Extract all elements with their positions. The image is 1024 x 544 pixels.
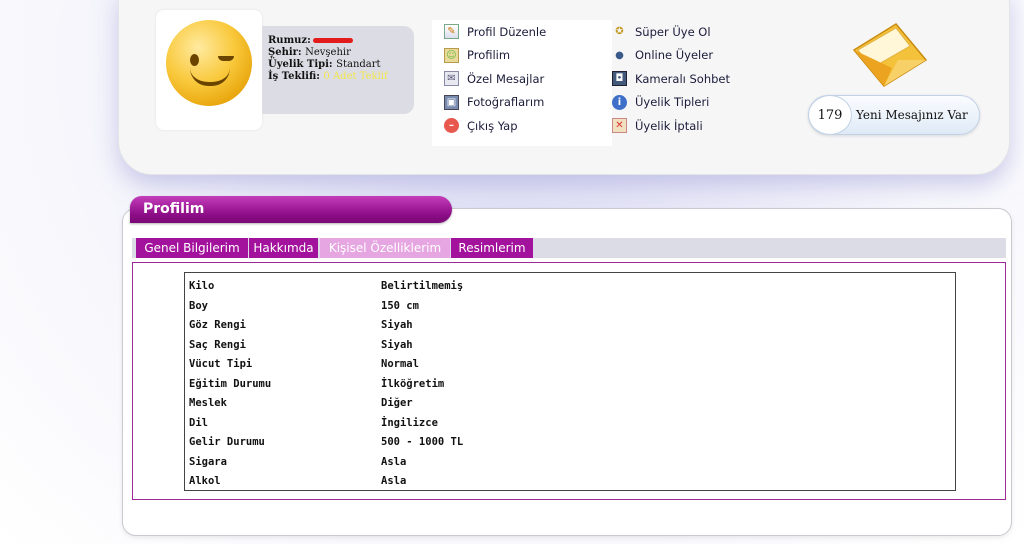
online-users-icon: ●: [615, 49, 624, 61]
attr-key: Gelir Durumu: [189, 436, 265, 448]
menu-label: Üyelik Tipleri: [635, 95, 710, 110]
attr-value: İngilizce: [381, 416, 438, 429]
avatar[interactable]: [156, 10, 262, 130]
menu-camera-chat[interactable]: ◘ Kameralı Sohbet: [612, 67, 792, 91]
tab-about-me[interactable]: Hakkımda: [249, 238, 318, 258]
table-row: Dil İngilizce: [185, 412, 955, 432]
menu-logout[interactable]: – Çıkış Yap: [444, 114, 612, 138]
city-value: Nevşehir: [305, 47, 351, 58]
table-row: Saç Rengi Siyah: [185, 334, 955, 354]
mail-icon: ✉: [444, 71, 459, 87]
profile-icon: ☺: [444, 47, 459, 63]
user-menu-left: ✎ Profil Düzenle ☺ Profilim ✉ Özel Mesaj…: [432, 20, 612, 146]
job-offer-row: İş Teklifi: 0 Adet Teklif: [268, 71, 414, 83]
menu-super-member[interactable]: ✪ Süper Üye Ol: [612, 20, 792, 44]
menu-label: Süper Üye Ol: [635, 24, 711, 39]
menu-label: Profilim: [467, 48, 511, 63]
menu-label: Kameralı Sohbet: [635, 71, 730, 86]
edit-icon: ✎: [444, 24, 459, 40]
user-info-box: Rumuz: Şehir: Nevşehir Üyelik Tipi: Stan…: [262, 26, 414, 114]
job-offer-label: İş Teklifi:: [268, 71, 320, 82]
tab-my-pictures[interactable]: Resimlerim: [451, 238, 533, 258]
menu-my-profile[interactable]: ☺ Profilim: [444, 44, 612, 68]
attr-key: Boy: [189, 299, 208, 312]
user-menu-right: ✪ Süper Üye Ol ● Online Üyeler ◘ Kameral…: [612, 20, 792, 138]
attr-key: Vücut Tipi: [189, 358, 253, 370]
table-row: Gelir Durumu 500 - 1000 TL: [185, 431, 955, 451]
attr-value: Normal: [381, 358, 419, 370]
section-title: Profilim: [130, 196, 452, 223]
attr-key: Eğitim Durumu: [189, 377, 272, 390]
menu-membership-types[interactable]: i Üyelik Tipleri: [612, 91, 792, 115]
attr-value: Belirtilmemiş: [381, 280, 464, 292]
attr-key: Sigara: [189, 455, 227, 468]
info-icon: i: [612, 94, 627, 110]
attr-value: Siyah: [381, 338, 413, 351]
membership-value: Standart: [336, 59, 381, 70]
new-messages-button[interactable]: 179 Yeni Mesajınız Var: [808, 95, 980, 135]
menu-label: Profil Düzenle: [467, 24, 547, 39]
menu-photos[interactable]: ▣ Fotoğraflarım: [444, 91, 612, 115]
table-row: Meslek Diğer: [185, 392, 955, 412]
menu-label: Online Üyeler: [635, 48, 714, 63]
attr-key: Alkol: [189, 475, 221, 487]
membership-row: Üyelik Tipi: Standart: [268, 59, 414, 71]
rumuz-row: Rumuz:: [268, 35, 414, 47]
table-row: Vücut Tipi Normal: [185, 353, 955, 373]
super-member-icon: ✪: [615, 26, 624, 38]
menu-private-messages[interactable]: ✉ Özel Mesajlar: [444, 67, 612, 91]
attr-value: 150 cm: [381, 299, 419, 312]
table-row: Göz Rengi Siyah: [185, 314, 955, 334]
personal-traits-table: Kilo Belirtilmemiş Boy 150 cm Göz Rengi …: [184, 272, 956, 491]
table-row: Eğitim Durumu İlköğretim: [185, 373, 955, 393]
smiley-avatar-icon: [166, 20, 252, 106]
menu-profile-edit[interactable]: ✎ Profil Düzenle: [444, 20, 612, 44]
attr-key: Saç Rengi: [189, 338, 246, 351]
cancel-icon: ✕: [612, 118, 627, 134]
profile-tabs: Genel Bilgilerim Hakkımda Kişisel Özelli…: [132, 238, 1006, 258]
new-messages-label: Yeni Mesajınız Var: [856, 108, 968, 122]
attr-key: Meslek: [189, 397, 227, 409]
tab-general-info[interactable]: Genel Bilgilerim: [136, 238, 248, 258]
attr-value: Diğer: [381, 397, 413, 409]
tab-personal-traits[interactable]: Kişisel Özelliklerim: [320, 238, 450, 258]
table-row: Kilo Belirtilmemiş: [185, 275, 955, 295]
attr-value: Siyah: [381, 319, 413, 331]
camera-icon: ◘: [612, 71, 627, 87]
city-row: Şehir: Nevşehir: [268, 47, 414, 59]
attr-key: Göz Rengi: [189, 319, 246, 331]
menu-membership-cancel[interactable]: ✕ Üyelik İptali: [612, 114, 792, 138]
attr-value: Asla: [381, 475, 407, 487]
menu-label: Üyelik İptali: [635, 118, 703, 133]
membership-label: Üyelik Tipi:: [268, 59, 333, 70]
redacted-username: [312, 38, 353, 43]
menu-online-users[interactable]: ● Online Üyeler: [612, 44, 792, 68]
photo-icon: ▣: [444, 94, 459, 110]
menu-label: Özel Mesajlar: [467, 71, 545, 86]
table-row: Sigara Asla: [185, 451, 955, 471]
message-count: 179: [808, 95, 852, 135]
attr-value: Asla: [381, 455, 407, 468]
menu-label: Fotoğraflarım: [467, 95, 545, 110]
attr-value: 500 - 1000 TL: [381, 436, 464, 448]
city-label: Şehir:: [268, 47, 302, 58]
menu-label: Çıkış Yap: [467, 118, 518, 133]
attr-key: Dil: [189, 416, 208, 429]
attr-key: Kilo: [189, 280, 215, 292]
job-offer-value[interactable]: 0 Adet Teklif: [323, 71, 387, 82]
attr-value: İlköğretim: [381, 377, 445, 390]
table-row: Boy 150 cm: [185, 295, 955, 315]
envelope-icon[interactable]: [852, 20, 928, 92]
exit-icon: –: [444, 118, 459, 134]
rumuz-label: Rumuz:: [268, 35, 311, 46]
table-row: Alkol Asla: [185, 470, 955, 490]
